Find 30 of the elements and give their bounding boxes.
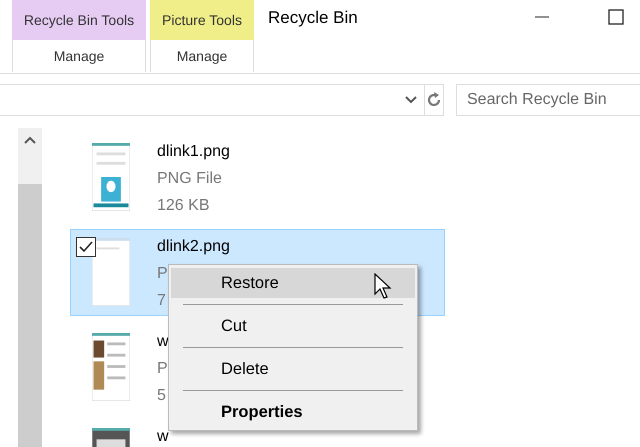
refresh-button[interactable] <box>425 84 444 116</box>
menu-item[interactable]: Restore <box>171 268 415 298</box>
refresh-icon <box>425 91 443 109</box>
ribbon-group-title: Recycle Bin Tools <box>12 0 146 40</box>
file-name: dlink2.png <box>157 237 230 257</box>
mouse-cursor-icon <box>374 273 392 301</box>
menu-item[interactable]: Properties <box>171 397 415 427</box>
scroll-up-icon[interactable] <box>24 136 36 144</box>
file-item[interactable]: w <box>70 419 172 447</box>
file-type: P <box>157 359 169 379</box>
chevron-down-icon[interactable] <box>404 95 418 105</box>
address-field[interactable] <box>0 84 425 116</box>
ribbon-tab[interactable]: Manage <box>12 40 146 72</box>
search-field[interactable]: Search Recycle Bin <box>456 84 640 116</box>
file-size: 7 <box>157 291 167 311</box>
file-name: w <box>157 427 169 447</box>
file-name: w <box>157 332 169 352</box>
maximize-icon[interactable] <box>608 9 624 25</box>
checkbox[interactable] <box>76 237 96 257</box>
file-size: 5 <box>157 386 167 406</box>
file-size: 126 KB <box>157 196 210 216</box>
ribbon-group-title: Picture Tools <box>150 0 254 40</box>
ribbon-tab[interactable]: Manage <box>150 40 254 72</box>
file-item[interactable]: w P 5 <box>70 324 172 411</box>
file-type: PNG File <box>157 169 223 189</box>
window-title: Recycle Bin <box>268 8 358 28</box>
scrollbar[interactable] <box>18 128 42 447</box>
file-item[interactable]: dlink1.png PNG File 126 KB <box>70 134 233 221</box>
file-name: dlink1.png <box>157 142 230 162</box>
menu-item[interactable]: Delete <box>171 354 415 384</box>
